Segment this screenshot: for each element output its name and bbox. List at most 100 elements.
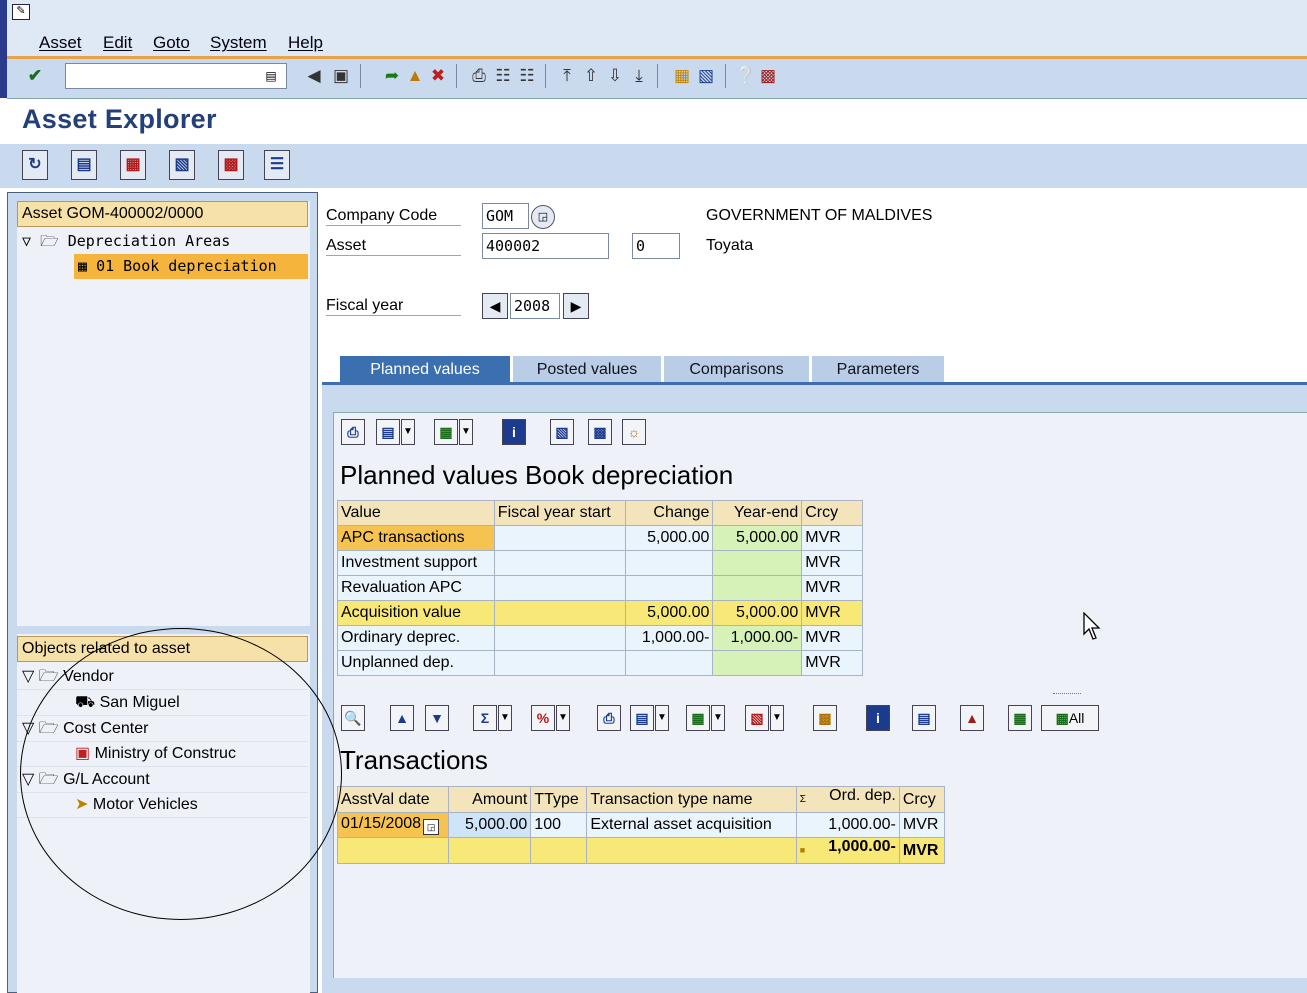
value-cell[interactable]: APC transactions — [337, 525, 495, 551]
value-cell[interactable]: Investment support — [337, 550, 495, 576]
print-transactions-icon[interactable]: ⎙ — [597, 705, 621, 731]
column-header[interactable]: Year-end — [712, 500, 803, 526]
graphic-icon[interactable]: ▩ — [813, 705, 837, 731]
details-icon[interactable]: ▧ — [550, 419, 574, 445]
value-cell[interactable]: Ordinary deprec. — [337, 625, 495, 651]
command-field[interactable] — [65, 63, 287, 89]
spreadsheet-transactions-dropdown-icon[interactable]: ▼ — [711, 705, 725, 731]
document-icon[interactable]: ▤ — [912, 705, 936, 731]
column-header[interactable]: Crcy — [801, 500, 863, 526]
details-transaction-icon[interactable]: 🔍 — [341, 705, 365, 731]
spreadsheet-icon[interactable]: ▦ — [434, 419, 458, 445]
export-dropdown-icon[interactable]: ▼ — [401, 419, 415, 445]
menu-goto[interactable]: Goto — [153, 33, 190, 53]
asset-values-icon[interactable]: ▦ — [120, 150, 146, 180]
value-cell[interactable]: Unplanned dep. — [337, 650, 495, 676]
show-all-button[interactable]: ▦All — [1041, 705, 1099, 731]
window-edge — [0, 0, 7, 98]
date-cell[interactable]: 01/15/2008 ◲ — [336, 812, 450, 838]
cancel-icon[interactable]: ✖ — [427, 64, 449, 88]
new-session-icon[interactable]: ▦ — [671, 64, 693, 88]
company-code-field[interactable]: GOM — [482, 203, 529, 229]
layout-icon[interactable]: ▧ — [169, 150, 195, 180]
total-icon[interactable]: Σ — [473, 705, 497, 731]
change-cell — [624, 575, 714, 601]
tab-parameters[interactable]: Parameters — [812, 356, 944, 384]
change-cell — [624, 650, 714, 676]
list-icon[interactable]: ☰ — [264, 150, 290, 180]
menu-edit[interactable]: Edit — [103, 33, 132, 53]
menu-help[interactable]: Help — [288, 33, 323, 53]
last-page-icon[interactable]: ⤓ — [628, 64, 650, 88]
print-preview-icon[interactable]: ⎙ — [341, 419, 365, 445]
shortcut-icon[interactable]: ▧ — [695, 64, 717, 88]
tab-posted-values[interactable]: Posted values — [513, 356, 661, 384]
export-icon[interactable]: ▤ — [376, 419, 400, 445]
calculator-icon[interactable]: ▩ — [588, 419, 612, 445]
column-header[interactable]: Fiscal year start — [493, 500, 626, 526]
total-dropdown-icon[interactable]: ▼ — [498, 705, 512, 731]
help-icon[interactable]: ❔ — [735, 64, 757, 88]
command-history-icon[interactable]: ▤ — [264, 67, 278, 85]
column-header[interactable]: Amount — [448, 786, 532, 813]
menu-asset[interactable]: Asset — [39, 33, 82, 53]
sum-icon: Σ — [799, 794, 806, 805]
exit-icon[interactable]: ▲ — [404, 64, 426, 88]
tree-node-book-depreciation-label: ▦ 01 Book depreciation — [78, 257, 277, 275]
column-header[interactable]: Value — [337, 500, 495, 526]
yearend-cell: 1,000.00- — [712, 625, 803, 651]
asset-number-field[interactable]: 400002 — [482, 233, 609, 259]
previous-year-button[interactable]: ◀ — [482, 293, 508, 319]
back-icon[interactable]: ➦ — [381, 64, 403, 88]
simulation-icon[interactable]: ☼ — [622, 419, 646, 445]
column-header[interactable]: Transaction type name — [586, 786, 797, 813]
column-header[interactable]: Crcy — [898, 786, 946, 813]
value-cell[interactable]: Acquisition value — [337, 600, 495, 626]
info-transactions-icon[interactable]: i — [866, 705, 890, 731]
find-icon[interactable]: ☷ — [492, 64, 514, 88]
export-transactions-dropdown-icon[interactable]: ▼ — [655, 705, 669, 731]
column-header[interactable]: TType — [530, 786, 588, 813]
column-header[interactable]: Σ Ord. dep. — [795, 786, 900, 813]
overview-icon[interactable]: ▩ — [218, 150, 244, 180]
first-page-icon[interactable]: ⤒ — [556, 64, 578, 88]
expand-all-icon[interactable]: ▦ — [1008, 705, 1032, 731]
info-icon[interactable]: i — [502, 419, 526, 445]
system-menu-icon[interactable]: ✎ — [12, 4, 30, 20]
filter-icon[interactable]: ▼ — [425, 705, 449, 731]
expand-icon[interactable]: ▽ — [22, 668, 34, 685]
splitter-handle[interactable] — [1053, 693, 1081, 695]
reverse-icon[interactable]: ▲ — [960, 705, 984, 731]
find-next-icon[interactable]: ☷ — [516, 64, 538, 88]
value-cell[interactable]: Revaluation APC — [337, 575, 495, 601]
column-header[interactable]: AsstVal date — [336, 786, 450, 813]
previous-page-icon[interactable]: ⇧ — [580, 64, 602, 88]
layout-grid-dropdown-icon[interactable]: ▼ — [770, 705, 784, 731]
subtotal-icon[interactable]: % — [531, 705, 555, 731]
fiscal-year-field[interactable]: 2008 — [510, 293, 560, 319]
spreadsheet-dropdown-icon[interactable]: ▼ — [459, 419, 473, 445]
column-header[interactable]: Change — [624, 500, 714, 526]
tab-comparisons[interactable]: Comparisons — [664, 356, 809, 384]
tree-node-depreciation-areas[interactable]: ▽ 🗁 Depreciation Areas — [22, 229, 230, 253]
save-icon[interactable]: ▣ — [330, 64, 352, 88]
amount-cell: 5,000.00 — [448, 812, 532, 838]
next-year-button[interactable]: ▶ — [563, 293, 589, 319]
layout-grid-icon[interactable]: ▧ — [745, 705, 769, 731]
spreadsheet-transactions-icon[interactable]: ▦ — [686, 705, 710, 731]
print-icon[interactable]: ⎙ — [468, 64, 490, 88]
display-change-icon[interactable]: ▤ — [71, 150, 97, 180]
enter-icon[interactable]: ✔ — [24, 64, 46, 88]
export-transactions-icon[interactable]: ▤ — [630, 705, 654, 731]
menu-system[interactable]: System — [210, 33, 267, 53]
next-page-icon[interactable]: ⇩ — [604, 64, 626, 88]
layout-menu-icon[interactable]: ▩ — [757, 64, 779, 88]
display-company-icon[interactable]: ◲ — [531, 205, 555, 229]
expand-icon[interactable]: ▽ — [22, 232, 31, 250]
refresh-icon[interactable]: ↻ — [22, 150, 48, 180]
asset-subnumber-field[interactable]: 0 — [632, 233, 680, 259]
value-help-icon[interactable]: ◲ — [423, 819, 440, 835]
subtotal-dropdown-icon[interactable]: ▼ — [556, 705, 570, 731]
sort-ascending-icon[interactable]: ▲ — [390, 705, 414, 731]
tab-planned-values[interactable]: Planned values — [340, 356, 510, 384]
